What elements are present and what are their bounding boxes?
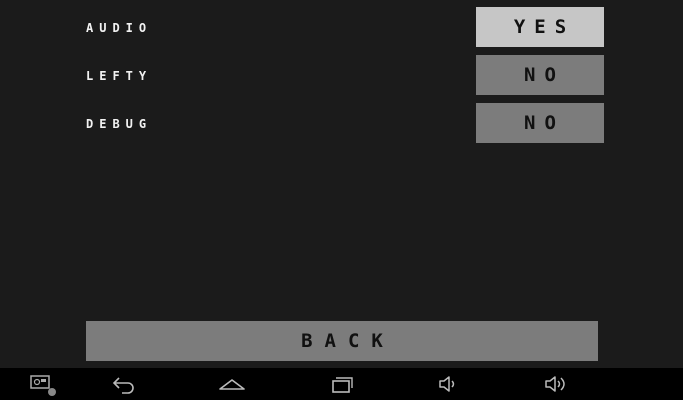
debug-toggle-button[interactable]: NO bbox=[476, 103, 604, 143]
volume-up-icon bbox=[545, 376, 565, 392]
recent-apps-icon bbox=[332, 377, 353, 393]
audio-label: AUDIO bbox=[86, 21, 153, 35]
lefty-label: LEFTY bbox=[86, 69, 153, 83]
back-button[interactable]: BACK bbox=[86, 321, 598, 361]
screenshot-icon bbox=[30, 375, 56, 396]
volume-up-button[interactable] bbox=[536, 368, 576, 400]
nav-home-button[interactable] bbox=[212, 368, 252, 400]
nav-recent-apps-button[interactable] bbox=[321, 368, 361, 400]
settings-screen: AUDIO YES LEFTY NO DEBUG NO BACK bbox=[0, 0, 683, 368]
debug-label: DEBUG bbox=[86, 117, 153, 131]
volume-down-icon bbox=[439, 376, 455, 392]
home-icon bbox=[219, 379, 245, 390]
screenshot-button[interactable] bbox=[22, 368, 62, 400]
system-navigation-bar bbox=[0, 368, 683, 400]
back-arrow-icon bbox=[112, 377, 134, 394]
audio-toggle-button[interactable]: YES bbox=[476, 7, 604, 47]
lefty-toggle-button[interactable]: NO bbox=[476, 55, 604, 95]
volume-down-button[interactable] bbox=[429, 368, 469, 400]
nav-back-button[interactable] bbox=[104, 368, 144, 400]
